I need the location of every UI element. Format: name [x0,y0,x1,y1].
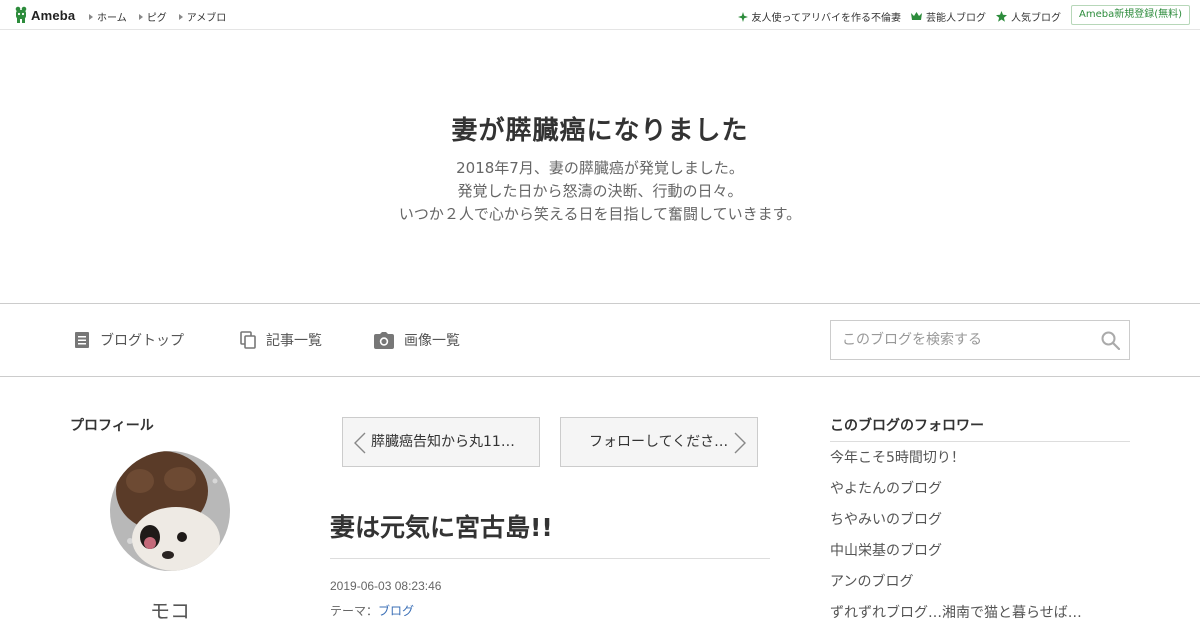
profile-heading: プロフィール [70,418,154,434]
entry-divider [330,558,770,559]
prev-entry-button[interactable]: 膵臓癌告知から丸11… [342,417,540,467]
ameba-logo[interactable]: Ameba [14,6,75,24]
follower-blog-link[interactable]: 今年こそ5時間切り！ [830,448,1130,479]
triangle-right-icon [138,13,143,20]
signup-button[interactable]: Ameba新規登録(無料) [1070,5,1190,25]
celebrity-blog-link[interactable]: 芸能人ブログ [911,9,986,24]
entry-theme-label: テーマ： [330,604,379,618]
sparkle-icon [737,11,748,22]
search-icon[interactable] [1101,331,1120,350]
triangle-right-icon [178,13,183,20]
nav-link-pigg[interactable]: ピグ [138,9,167,24]
entry-theme: テーマ： ブログ [330,602,414,619]
nav-link-ameblo[interactable]: アメブロ [178,9,227,24]
blog-title[interactable]: 妻が膵臓癌になりました [0,110,1200,147]
nav-link-label: ピグ [146,13,167,24]
entry-theme-link[interactable]: ブログ [378,602,414,619]
chevron-left-icon [354,432,366,454]
profile-name[interactable]: モコ [110,595,230,624]
triangle-right-icon [89,13,93,20]
follower-blog-link[interactable]: アンのブログ [830,572,1130,603]
profile-avatar[interactable] [110,451,230,571]
followers-heading: このブログのフォロワー [830,418,984,434]
nav-image-list[interactable]: 画像一覧 [374,330,460,350]
logo-text: Ameba [31,7,76,23]
blog-header: 妻が膵臓癌になりました 2018年7月、妻の膵臓癌が発覚しました。 発覚した日か… [0,30,1200,304]
document-icon [75,332,89,348]
entry-date: 2019-06-03 08:23:46 [330,579,442,593]
blog-nav: ブログトップ 記事一覧 画像一覧 [0,303,1200,377]
follower-blog-link[interactable]: 中山栄基のブログ [830,541,1130,572]
star-icon [996,11,1007,22]
search-input[interactable] [831,321,1091,359]
celebrity-blog-label: 芸能人ブログ [926,13,986,24]
blog-description-line: いつか２人で心から笑える日を目指して奮闘していきます。 [398,205,802,223]
next-entry-button[interactable]: フォローしてくださ… [560,417,758,467]
global-header: Ameba ホーム ピグ アメブロ 友人使ってアリバイを作る不倫妻 芸能人ブログ… [0,0,1200,30]
follower-blog-link[interactable]: ずれずれブログ…湘南で猫と暮らせば… [830,603,1130,630]
nav-article-list-label: 記事一覧 [266,333,322,349]
nav-link-label: アメブロ [186,13,227,24]
blog-description-line: 2018年7月、妻の膵臓癌が発覚しました。 [456,159,744,177]
avatar-image [110,451,230,571]
popular-blog-link[interactable]: 人気ブログ [996,9,1061,24]
prev-entry-label: 膵臓癌告知から丸11… [371,434,515,450]
global-nav: ホーム ピグ アメブロ [89,9,226,24]
nav-image-list-label: 画像一覧 [404,333,460,349]
trending-article-label: 友人使ってアリバイを作る不倫妻 [751,13,902,24]
popular-blog-label: 人気ブログ [1011,13,1061,24]
nav-article-list[interactable]: 記事一覧 [240,330,322,350]
crown-icon [911,12,922,20]
nav-blog-top-label: ブログトップ [100,333,184,349]
nav-link-label: ホーム [97,13,127,24]
chevron-right-icon [734,432,746,454]
follower-blog-link[interactable]: ちやみいのブログ [830,510,1130,541]
ameba-mascot-icon [15,6,27,23]
next-entry-label: フォローしてくださ… [589,434,729,450]
followers-list: 今年こそ5時間切り！ やよたんのブログ ちやみいのブログ 中山栄基のブログ アン… [830,448,1130,630]
nav-link-home[interactable]: ホーム [89,9,127,24]
trending-article-link[interactable]: 友人使ってアリバイを作る不倫妻 [737,9,902,24]
entry-title[interactable]: 妻は元気に宮古島!! [330,508,553,544]
follower-blog-link[interactable]: やよたんのブログ [830,479,1130,510]
followers-divider [830,441,1130,442]
blog-description: 2018年7月、妻の膵臓癌が発覚しました。 発覚した日から怒濤の決断、行動の日々… [0,157,1200,226]
blog-description-line: 発覚した日から怒濤の決断、行動の日々。 [457,182,743,200]
camera-icon [374,331,394,349]
topbar-links: 友人使ってアリバイを作る不倫妻 芸能人ブログ 人気ブログ [737,9,1061,24]
copy-icon [240,331,256,349]
nav-blog-top[interactable]: ブログトップ [74,330,184,350]
blog-search [830,320,1130,360]
